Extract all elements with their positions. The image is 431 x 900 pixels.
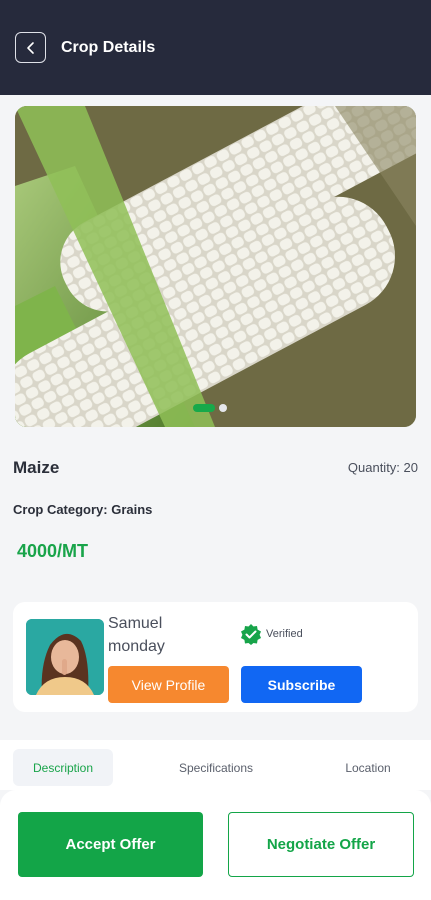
- carousel-dot[interactable]: [219, 404, 227, 412]
- verified-badge: Verified: [240, 623, 303, 645]
- chevron-left-icon: [26, 41, 34, 54]
- seller-photo: [26, 619, 104, 695]
- maize-cobs-image: [15, 106, 416, 427]
- detail-tabs: Description Specifications Location: [0, 740, 431, 790]
- crop-quantity: Quantity: 20: [347, 460, 418, 475]
- avatar[interactable]: [26, 619, 104, 695]
- carousel-indicator: [193, 404, 227, 412]
- verified-label: Verified: [266, 628, 303, 640]
- crop-category: Crop Category: Grains: [13, 502, 153, 517]
- subscribe-button[interactable]: Subscribe: [241, 666, 362, 703]
- accept-offer-button[interactable]: Accept Offer: [18, 812, 203, 877]
- action-bar: Accept Offer Negotiate Offer: [0, 790, 431, 900]
- app-header: Crop Details: [0, 0, 431, 95]
- tab-description[interactable]: Description: [13, 749, 113, 786]
- back-button[interactable]: [15, 32, 46, 63]
- crop-price: 4000/MT: [17, 541, 89, 561]
- page-title: Crop Details: [61, 39, 156, 56]
- seller-card: Samuel monday Verified View Profile Subs…: [13, 602, 418, 712]
- carousel-dot-active[interactable]: [193, 404, 215, 412]
- crop-image[interactable]: [15, 106, 416, 427]
- tab-specifications[interactable]: Specifications: [164, 749, 268, 786]
- verified-check-icon: [241, 624, 261, 645]
- crop-name: Maize: [13, 458, 60, 477]
- negotiate-offer-button[interactable]: Negotiate Offer: [228, 812, 414, 877]
- seller-name: Samuel monday: [108, 615, 165, 655]
- tab-location[interactable]: Location: [332, 749, 404, 786]
- view-profile-button[interactable]: View Profile: [108, 666, 229, 703]
